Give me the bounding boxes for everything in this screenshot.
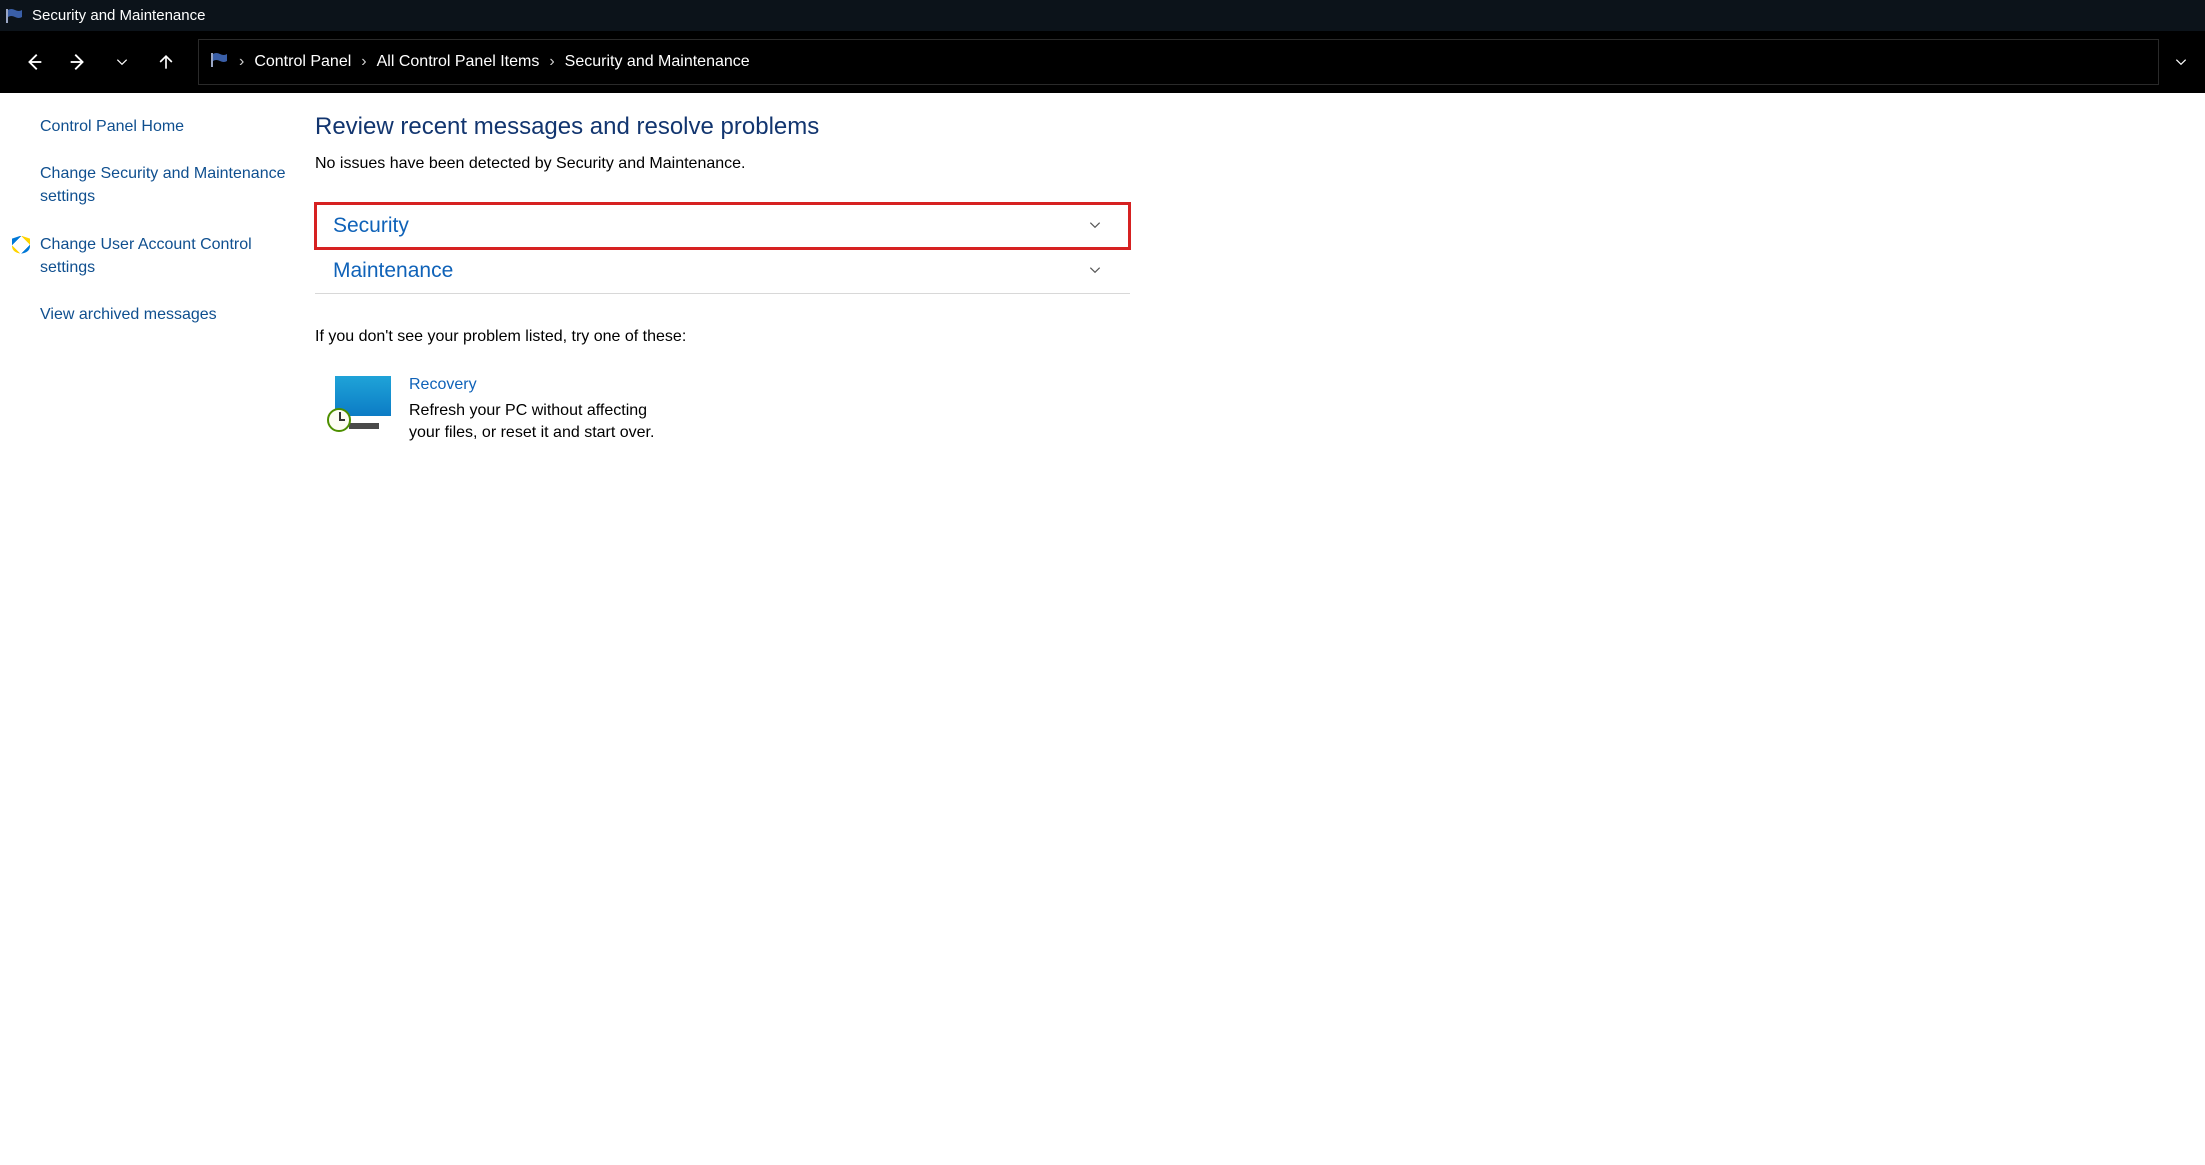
recovery-block: Recovery Refresh your PC without affecti…: [329, 376, 1130, 445]
address-bar[interactable]: › Control Panel › All Control Panel Item…: [198, 39, 2159, 85]
breadcrumb-control-panel[interactable]: Control Panel: [254, 53, 351, 71]
window-title: Security and Maintenance: [32, 7, 205, 24]
sidebar: Control Panel Home Change Security and M…: [0, 93, 300, 1165]
status-text: No issues have been detected by Security…: [315, 155, 1130, 173]
chevron-down-icon: [1088, 263, 1102, 280]
flag-icon: [211, 53, 229, 72]
up-button[interactable]: [146, 42, 186, 82]
content-area: Control Panel Home Change Security and M…: [0, 93, 2205, 1165]
security-section-header[interactable]: Security: [315, 203, 1130, 249]
sidebar-link-change-settings[interactable]: Change Security and Maintenance settings: [40, 162, 290, 208]
flag-icon: [6, 9, 24, 23]
page-heading: Review recent messages and resolve probl…: [315, 113, 1130, 141]
breadcrumb-security-maintenance[interactable]: Security and Maintenance: [565, 53, 750, 71]
breadcrumb-separator: ›: [549, 53, 554, 71]
main-panel: Review recent messages and resolve probl…: [300, 93, 1130, 1165]
back-button[interactable]: [14, 42, 54, 82]
recovery-link[interactable]: Recovery: [409, 376, 679, 394]
sidebar-link-archived[interactable]: View archived messages: [40, 303, 290, 326]
navigation-bar: › Control Panel › All Control Panel Item…: [0, 31, 2205, 93]
sidebar-link-home[interactable]: Control Panel Home: [40, 115, 290, 138]
sidebar-link-uac[interactable]: Change User Account Control settings: [40, 233, 290, 279]
maintenance-section-header[interactable]: Maintenance: [315, 249, 1130, 294]
address-dropdown-button[interactable]: [2163, 55, 2199, 69]
breadcrumb-separator: ›: [361, 53, 366, 71]
hint-text: If you don't see your problem listed, tr…: [315, 328, 1130, 346]
window-titlebar: Security and Maintenance: [0, 0, 2205, 31]
security-section-label: Security: [333, 214, 409, 238]
recovery-icon: [329, 376, 391, 432]
forward-button[interactable]: [58, 42, 98, 82]
recovery-description: Refresh your PC without affecting your f…: [409, 400, 679, 445]
chevron-down-icon: [1088, 218, 1102, 235]
breadcrumb-all-items[interactable]: All Control Panel Items: [377, 53, 540, 71]
breadcrumb-separator: ›: [239, 53, 244, 71]
recent-locations-button[interactable]: [102, 42, 142, 82]
maintenance-section-label: Maintenance: [333, 259, 453, 283]
